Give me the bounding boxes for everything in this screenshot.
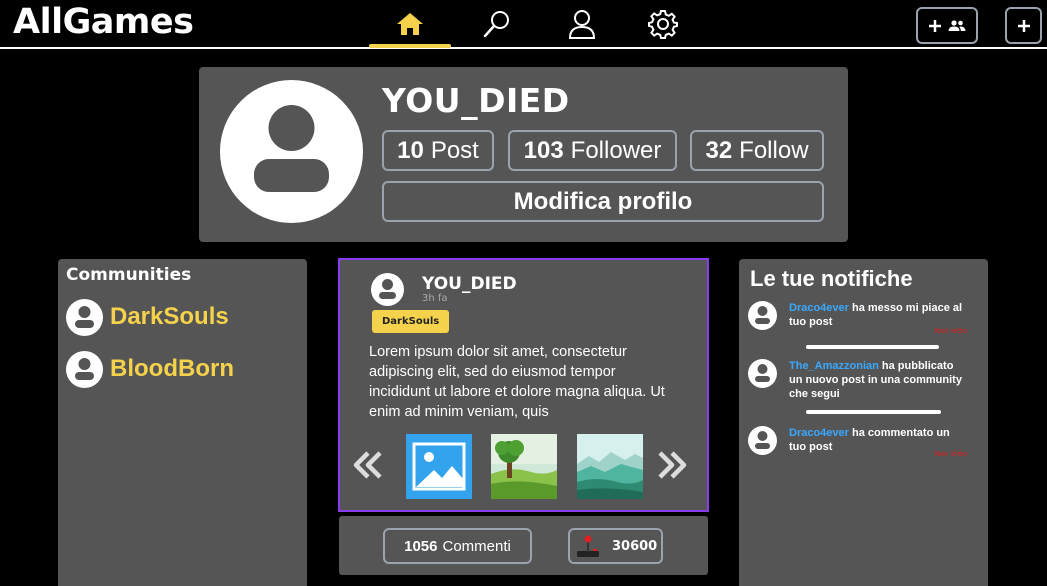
image-placeholder-icon (406, 434, 472, 499)
user-avatar-icon (755, 364, 770, 382)
post-card[interactable]: YOU_DIED 3h fa DarkSouls Lorem ipsum dol… (338, 258, 709, 512)
following-stat[interactable]: 32 Follow (690, 130, 824, 171)
notification-user[interactable]: Draco4ever (789, 427, 849, 439)
profile-avatar (220, 80, 363, 223)
followers-count: 103 (523, 136, 564, 164)
nav-profile[interactable] (541, 0, 623, 47)
comments-label: Commenti (442, 537, 511, 555)
comments-button[interactable]: 1056 Commenti (383, 528, 532, 564)
post-time: 3h fa (422, 293, 448, 304)
following-label: Follow (739, 136, 809, 164)
score-button[interactable]: 30600 (568, 528, 663, 564)
posts-label: Post (430, 136, 479, 164)
group-icon (948, 19, 966, 31)
nav-search[interactable] (456, 0, 538, 47)
notification-user[interactable]: The_Amazzonian (789, 360, 879, 372)
notification-item[interactable]: Draco4ever ha messo mi piace al tuo post… (748, 301, 980, 341)
home-icon (397, 12, 423, 35)
profile-username: YOU_DIED (382, 81, 570, 120)
communities-title: Communities (66, 265, 192, 285)
tree-landscape-image (491, 434, 557, 499)
nav-home[interactable] (369, 0, 451, 48)
plus-icon (929, 19, 941, 32)
post-text: Lorem ipsum dolor sit amet, consectetur … (369, 344, 665, 420)
gear-icon (648, 9, 678, 39)
followers-stat[interactable]: 103 Follower (508, 130, 677, 171)
notification-read-status[interactable]: Non letto (935, 450, 967, 458)
notification-text: Draco4ever ha messo mi piace al tuo post (789, 301, 969, 329)
user-avatar-icon (254, 105, 329, 192)
community-name: DarkSouls (110, 303, 229, 330)
search-icon (483, 10, 509, 37)
nav-settings[interactable] (622, 0, 704, 47)
post-community-tag[interactable]: DarkSouls (372, 310, 450, 333)
communities-panel: Communities DarkSouls BloodBorn (58, 259, 307, 586)
post-image-placeholder[interactable] (406, 434, 472, 499)
user-avatar-icon (75, 305, 94, 328)
community-avatar (66, 298, 103, 336)
profile-card: YOU_DIED 10 Post 103 Follower 32 Follow … (199, 67, 848, 242)
post-image-tree[interactable] (491, 434, 557, 499)
score-value: 30600 (612, 538, 658, 554)
comments-count: 1056 (404, 537, 438, 555)
notifications-panel: Le tue notifiche Draco4ever ha messo mi … (739, 259, 988, 586)
mountain-landscape-image (577, 434, 643, 499)
user-avatar-icon (755, 306, 770, 324)
add-group-button[interactable] (916, 7, 978, 44)
app-logo: AllGames (13, 2, 194, 42)
following-count: 32 (705, 136, 733, 164)
post-author-avatar[interactable] (371, 273, 404, 306)
notification-text: The_Amazzonian ha pubblicato un nuovo po… (789, 359, 969, 401)
add-button[interactable] (1005, 7, 1042, 44)
edit-profile-button[interactable]: Modifica profilo (382, 181, 824, 222)
notifications-title: Le tue notifiche (750, 266, 913, 291)
post-image-mountains[interactable] (577, 434, 643, 499)
user-avatar-icon (75, 357, 94, 380)
user-avatar-icon (379, 279, 396, 299)
notification-item[interactable]: Draco4ever ha commentato un tuo post Non… (748, 426, 980, 466)
followers-label: Follower (570, 136, 662, 164)
notification-item[interactable]: The_Amazzonian ha pubblicato un nuovo po… (748, 359, 980, 403)
notification-avatar (748, 301, 777, 330)
carousel-next-arrow-icon[interactable] (656, 448, 688, 488)
posts-stat[interactable]: 10 Post (382, 130, 494, 171)
user-icon (568, 9, 596, 39)
post-actions-bar: 1056 Commenti 30600 (339, 516, 708, 575)
community-item[interactable]: BloodBorn (66, 350, 234, 388)
notification-divider (806, 410, 941, 414)
post-author[interactable]: YOU_DIED (422, 274, 517, 294)
joystick-icon (577, 535, 599, 557)
community-name: BloodBorn (110, 355, 234, 382)
notification-avatar (748, 426, 777, 455)
user-avatar-icon (755, 431, 770, 449)
plus-icon (1017, 19, 1030, 32)
notification-user[interactable]: Draco4ever (789, 302, 849, 314)
notification-divider (806, 345, 939, 349)
community-item[interactable]: DarkSouls (66, 298, 229, 336)
notification-avatar (748, 359, 777, 388)
notification-read-status[interactable]: Non letto (935, 327, 967, 335)
carousel-prev-arrow-icon[interactable] (352, 448, 384, 488)
top-bar: AllGames (0, 0, 1047, 49)
community-avatar (66, 350, 103, 388)
posts-count: 10 (397, 136, 424, 164)
